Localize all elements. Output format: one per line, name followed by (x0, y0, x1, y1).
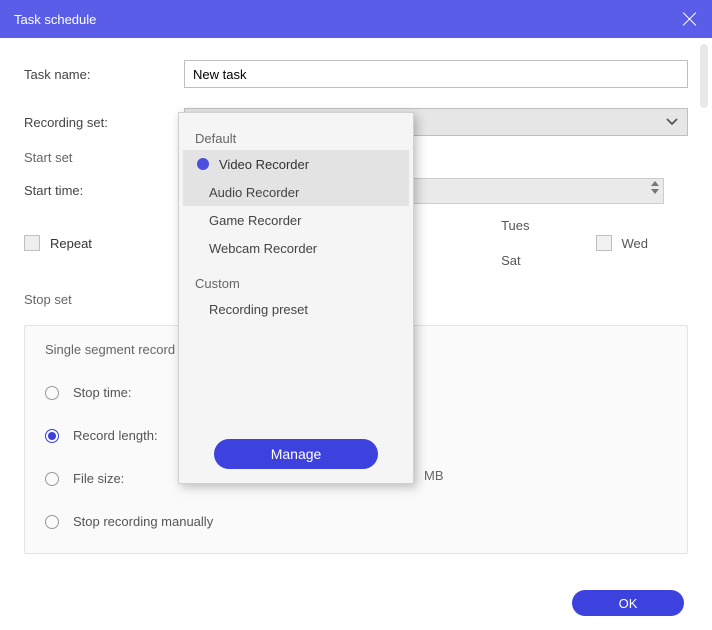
ok-button-label: OK (619, 596, 638, 611)
file-size-unit: MB (424, 468, 444, 483)
day-sat-label: Sat (501, 253, 521, 268)
dropdown-group-custom: Custom (183, 268, 409, 295)
radio-stop-time-label: Stop time: (73, 385, 132, 400)
dropdown-item-preset-label: Recording preset (209, 302, 308, 317)
selected-bullet-icon (197, 158, 209, 170)
repeat-checkbox[interactable] (24, 235, 40, 251)
repeat-label: Repeat (50, 236, 92, 251)
dropdown-item-video[interactable]: Video Recorder (183, 150, 409, 178)
recording-set-dropdown: Default Video Recorder Audio Recorder Ga… (178, 112, 414, 484)
dropdown-item-webcam-label: Webcam Recorder (209, 241, 317, 256)
day-wed-label: Wed (622, 236, 649, 251)
spinner-up-icon[interactable] (651, 181, 659, 186)
spinner-down-icon[interactable] (651, 189, 659, 194)
dropdown-item-video-label: Video Recorder (219, 157, 309, 172)
dropdown-item-game[interactable]: Game Recorder (183, 206, 409, 234)
manage-button[interactable]: Manage (214, 439, 378, 469)
window-title: Task schedule (14, 12, 96, 27)
titlebar: Task schedule (0, 0, 712, 38)
radio-stop-manual-label: Stop recording manually (73, 514, 213, 529)
task-name-label: Task name: (24, 67, 184, 82)
days-fragment: Tues Sat Wed (501, 218, 648, 268)
dropdown-group-default: Default (183, 123, 409, 150)
radio-record-length-label: Record length: (73, 428, 158, 443)
radio-record-length[interactable] (45, 429, 59, 443)
close-icon[interactable] (680, 10, 698, 28)
day-wed-checkbox[interactable] (596, 235, 612, 251)
ok-button[interactable]: OK (572, 590, 684, 616)
recording-set-label: Recording set: (24, 115, 184, 130)
dropdown-item-audio-label: Audio Recorder (209, 185, 299, 200)
dropdown-item-game-label: Game Recorder (209, 213, 301, 228)
start-time-label: Start time: (24, 183, 184, 198)
day-tues-label: Tues (501, 218, 529, 233)
radio-stop-manual[interactable] (45, 515, 59, 529)
radio-file-size-label: File size: (73, 471, 124, 486)
dropdown-item-preset[interactable]: Recording preset (183, 295, 409, 323)
task-name-input[interactable] (184, 60, 688, 88)
dropdown-item-webcam[interactable]: Webcam Recorder (183, 234, 409, 262)
manage-button-label: Manage (271, 446, 322, 462)
radio-stop-time[interactable] (45, 386, 59, 400)
chevron-down-icon (665, 115, 679, 129)
radio-file-size[interactable] (45, 472, 59, 486)
dropdown-item-audio[interactable]: Audio Recorder (183, 178, 409, 206)
